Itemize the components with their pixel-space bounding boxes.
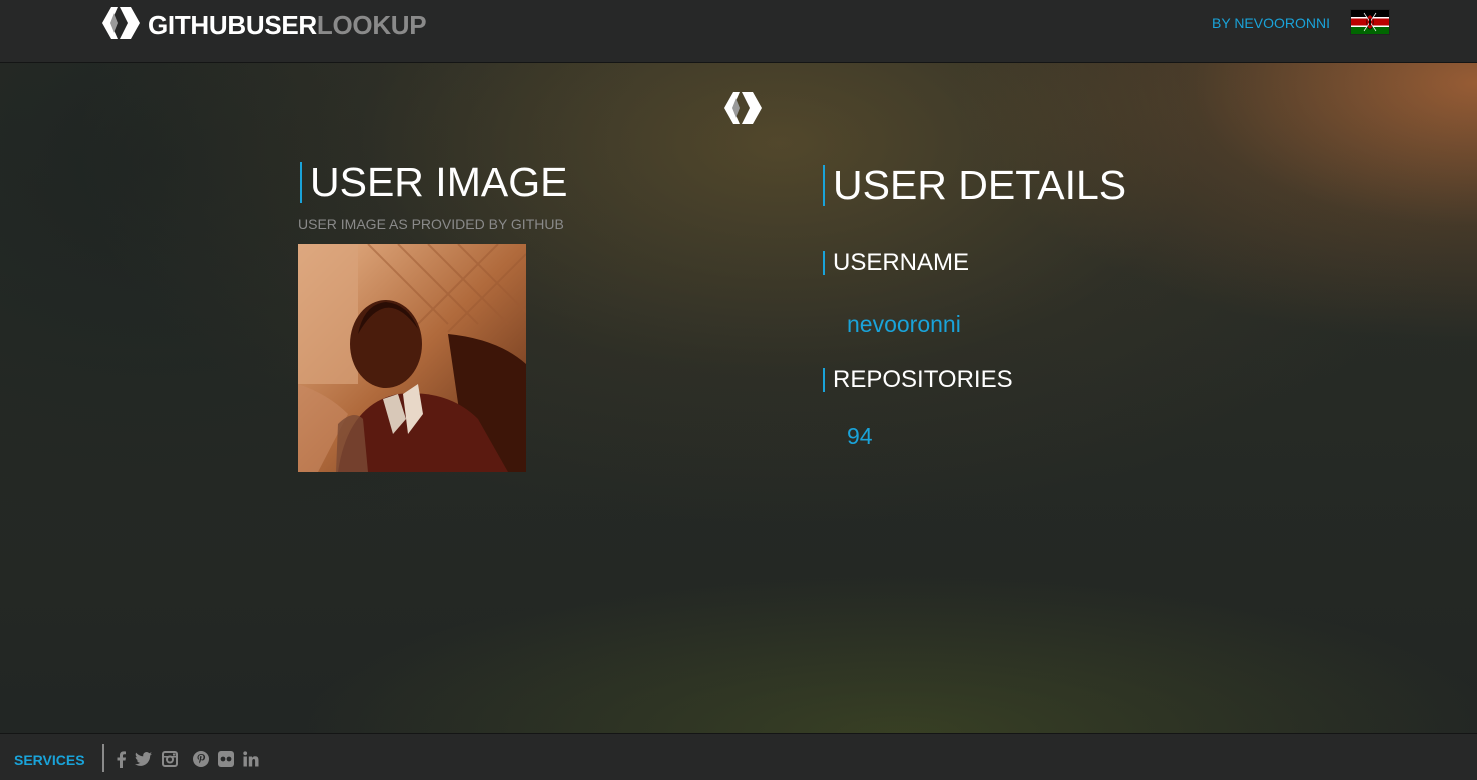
username-value: nevooronni	[847, 311, 961, 337]
user-image-subtitle: USER IMAGE AS PROVIDED BY GITHUB	[298, 216, 564, 232]
avatar	[298, 244, 526, 472]
twitter-icon[interactable]	[134, 750, 152, 768]
main-content	[0, 63, 1477, 733]
brand-title: GITHUBUSERLOOKUP	[148, 9, 427, 41]
footer-divider	[102, 744, 104, 772]
facebook-icon[interactable]	[115, 750, 127, 768]
brand-title-secondary: LOOKUP	[316, 9, 427, 40]
brand-title-primary: GITHUBUSER	[148, 9, 317, 40]
top-navbar: GITHUBUSERLOOKUP BY NEVOORONNI	[0, 0, 1477, 63]
diamond-chevron-logo-icon	[724, 92, 762, 124]
diamond-chevron-logo-icon	[102, 6, 140, 44]
footer: SERVICES	[0, 733, 1477, 780]
author-link[interactable]: BY NEVOORONNI	[1212, 15, 1330, 31]
kenya-flag-icon	[1350, 9, 1390, 35]
repositories-label: REPOSITORIES	[823, 368, 1013, 392]
brand-link[interactable]: GITHUBUSERLOOKUP	[102, 6, 427, 44]
instagram-icon[interactable]	[161, 750, 179, 768]
username-label: USERNAME	[823, 251, 969, 275]
user-image-title: USER IMAGE	[300, 162, 567, 203]
flickr-icon[interactable]	[217, 750, 235, 768]
linkedin-icon[interactable]	[242, 750, 260, 768]
repositories-value: 94	[847, 423, 873, 449]
user-details-title: USER DETAILS	[823, 165, 1126, 206]
pinterest-icon[interactable]	[192, 750, 210, 768]
services-link[interactable]: SERVICES	[14, 752, 85, 768]
